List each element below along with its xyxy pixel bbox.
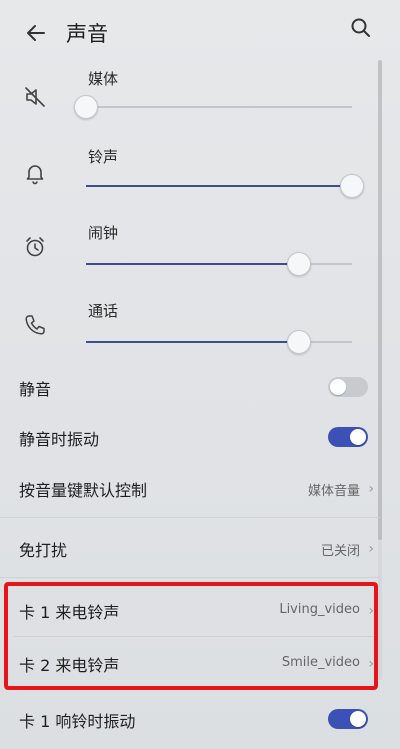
- highlight-box: [4, 582, 378, 690]
- sim1-vibrate-switch-knob: [350, 711, 366, 727]
- sound-settings-screen: 声音 媒体 铃声 闹钟 通话 静音 静音时振动 按音量键默认控制 媒体音量 › …: [0, 0, 400, 749]
- volume-thumb-media[interactable]: [74, 95, 98, 119]
- volume-fill-alarm: [86, 263, 299, 265]
- volume-slider-media[interactable]: [74, 95, 352, 119]
- volume-label-call: 通话: [88, 302, 119, 320]
- volume-fill-ringtone: [86, 185, 352, 187]
- mute-switch[interactable]: [328, 377, 368, 397]
- mute-switch-knob: [330, 379, 346, 395]
- volume-row-alarm: 闹钟: [0, 220, 380, 298]
- back-arrow-icon: [27, 25, 45, 41]
- volume-thumb-ringtone[interactable]: [340, 174, 364, 198]
- section-divider: [0, 577, 380, 578]
- volume-slider-alarm[interactable]: [86, 252, 352, 276]
- dnd-value: 已关闭: [320, 544, 360, 559]
- section-divider: [0, 517, 380, 518]
- dnd-row[interactable]: 免打扰 已关闭 ›: [0, 523, 380, 575]
- volume-row-ringtone: 铃声: [0, 142, 380, 220]
- volume-row-media: 媒体: [0, 62, 380, 140]
- speaker-muted-icon[interactable]: [22, 84, 48, 110]
- sim1-vibrate-switch[interactable]: [328, 709, 368, 729]
- volume-thumb-call[interactable]: [286, 330, 311, 354]
- vibrate-on-mute-label: 静音时振动: [19, 430, 100, 449]
- sim1-vibrate-row[interactable]: 卡 1 响铃时振动: [0, 694, 380, 746]
- chevron-right-icon: ›: [368, 541, 374, 557]
- volume-label-alarm: 闹钟: [88, 224, 119, 242]
- volume-slider-call[interactable]: [86, 330, 352, 354]
- mute-label: 静音: [19, 380, 52, 399]
- sim1-vibrate-label: 卡 1 响铃时振动: [19, 712, 136, 731]
- back-button[interactable]: [24, 20, 50, 46]
- search-button[interactable]: [349, 16, 373, 40]
- bell-icon: [22, 160, 48, 186]
- dnd-label: 免打扰: [19, 541, 68, 560]
- volume-thumb-alarm[interactable]: [286, 252, 311, 276]
- volume-label-ringtone: 铃声: [88, 148, 119, 166]
- vibrate-on-mute-switch-knob: [350, 429, 366, 445]
- vibrate-on-mute-row[interactable]: 静音时振动: [0, 412, 380, 464]
- volume-key-value: 媒体音量: [307, 484, 360, 499]
- phone-icon: [22, 312, 48, 338]
- vibrate-on-mute-switch[interactable]: [328, 427, 368, 447]
- app-header: 声音: [0, 0, 400, 62]
- search-icon: [351, 18, 370, 37]
- volume-fill-call: [86, 341, 299, 343]
- volume-label-media: 媒体: [88, 70, 119, 88]
- alarm-clock-icon: [22, 234, 48, 260]
- volume-key-label: 按音量键默认控制: [19, 481, 148, 500]
- volume-slider-ringtone[interactable]: [86, 174, 364, 198]
- page-title: 声音: [66, 22, 108, 46]
- volume-key-row[interactable]: 按音量键默认控制 媒体音量 ›: [0, 463, 380, 515]
- chevron-right-icon: ›: [368, 481, 374, 497]
- mute-row[interactable]: 静音: [0, 362, 380, 414]
